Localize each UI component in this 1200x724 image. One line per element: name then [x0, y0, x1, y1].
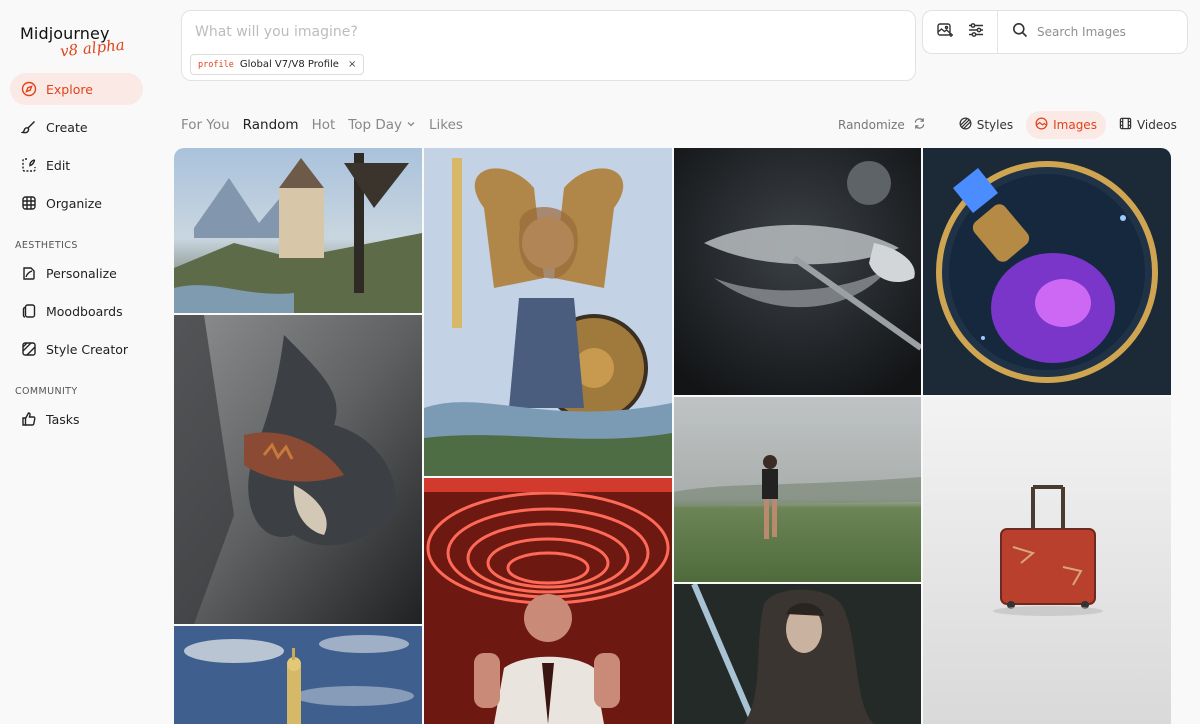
profile-chip-key: profile — [198, 59, 234, 70]
dragon-painting-image[interactable] — [174, 315, 422, 624]
tab-for-you[interactable]: For You — [181, 117, 230, 133]
sidebar-item-label: Tasks — [46, 411, 80, 427]
sidebar-item-label: Personalize — [46, 265, 117, 281]
tab-top-day[interactable]: Top Day — [348, 117, 416, 133]
styles-filter-button[interactable]: Styles — [950, 111, 1022, 139]
sidebar-item-style-creator[interactable]: Style Creator — [10, 333, 143, 365]
sidebar-item-label: Explore — [46, 81, 93, 97]
tab-top-day-label: Top Day — [348, 117, 403, 133]
images-filter-button[interactable]: Images — [1026, 111, 1106, 139]
dark-woman-portrait-image[interactable] — [674, 584, 921, 724]
foggy-field-woman-image[interactable] — [674, 397, 921, 582]
styles-label: Styles — [976, 118, 1014, 132]
edit-icon — [21, 157, 37, 173]
logo[interactable]: Midjourney v8 alpha — [20, 24, 125, 60]
image-icon — [1035, 117, 1053, 133]
search-box[interactable] — [998, 22, 1187, 42]
brush-icon — [21, 119, 37, 135]
feed-tabs: For You Random Hot Top Day Likes — [181, 117, 476, 133]
search-icon — [1012, 22, 1028, 42]
randomize-label: Randomize — [838, 118, 905, 132]
sidebar-item-tasks[interactable]: Tasks — [10, 403, 143, 435]
profile-chip[interactable]: profile Global V7/V8 Profile × — [190, 54, 365, 75]
tab-random[interactable]: Random — [243, 117, 299, 133]
videos-label: Videos — [1136, 118, 1177, 132]
castle-landscape-image[interactable] — [174, 148, 422, 313]
thumbs-up-icon — [21, 411, 37, 427]
sliders-icon — [967, 21, 985, 43]
sidebar-item-edit[interactable]: Edit — [10, 149, 143, 181]
image-add-button[interactable] — [929, 11, 960, 53]
style-creator-icon — [21, 341, 37, 357]
red-suitcase-image[interactable] — [923, 397, 1171, 724]
sidebar-item-label: Create — [46, 119, 88, 135]
sidebar-item-organize[interactable]: Organize — [10, 187, 143, 219]
image-gallery — [174, 148, 1171, 724]
potion-bottle-image[interactable] — [923, 148, 1171, 395]
images-label: Images — [1053, 118, 1097, 132]
compass-icon — [21, 81, 37, 97]
aesthetics-heading: AESTHETICS — [15, 240, 78, 251]
settings-button[interactable] — [960, 11, 991, 53]
profile-chip-value: Global V7/V8 Profile — [239, 59, 339, 70]
sidebar-item-label: Moodboards — [46, 303, 123, 319]
chevron-down-icon — [406, 117, 416, 133]
community-heading: COMMUNITY — [15, 386, 78, 397]
close-icon[interactable]: × — [348, 59, 356, 70]
grid-icon — [21, 195, 37, 211]
neon-rings-man-image[interactable] — [424, 478, 672, 724]
film-icon — [1119, 117, 1137, 133]
refresh-icon — [913, 117, 926, 133]
sidebar-item-label: Style Creator — [46, 341, 129, 357]
sidebar-item-personalize[interactable]: Personalize — [10, 257, 143, 289]
toolbar — [922, 10, 1188, 54]
sidebar-item-label: Organize — [46, 195, 102, 211]
personalize-icon — [21, 265, 37, 281]
prompt-input[interactable] — [195, 24, 895, 40]
randomize-button[interactable]: Randomize — [838, 117, 926, 133]
sidebar-item-moodboards[interactable]: Moodboards — [10, 295, 143, 327]
filter-controls: Randomize Styles Images Videos — [838, 111, 1186, 139]
videos-filter-button[interactable]: Videos — [1110, 111, 1186, 139]
search-input[interactable] — [1037, 25, 1187, 39]
sidebar-item-label: Edit — [46, 157, 71, 173]
sidebar-item-explore[interactable]: Explore — [10, 73, 143, 105]
tab-hot[interactable]: Hot — [312, 117, 336, 133]
sidebar-item-create[interactable]: Create — [10, 111, 143, 143]
moodboard-icon — [21, 303, 37, 319]
tab-likes[interactable]: Likes — [429, 117, 463, 133]
angel-warrior-image[interactable] — [424, 148, 672, 476]
styles-icon — [959, 117, 977, 133]
dragonfly-image[interactable] — [674, 148, 921, 395]
sidebar: Midjourney v8 alpha Explore Create Edit … — [0, 0, 160, 724]
tower-sky-image[interactable] — [174, 626, 422, 724]
image-add-icon — [936, 21, 954, 43]
prompt-box: profile Global V7/V8 Profile × — [181, 10, 916, 81]
